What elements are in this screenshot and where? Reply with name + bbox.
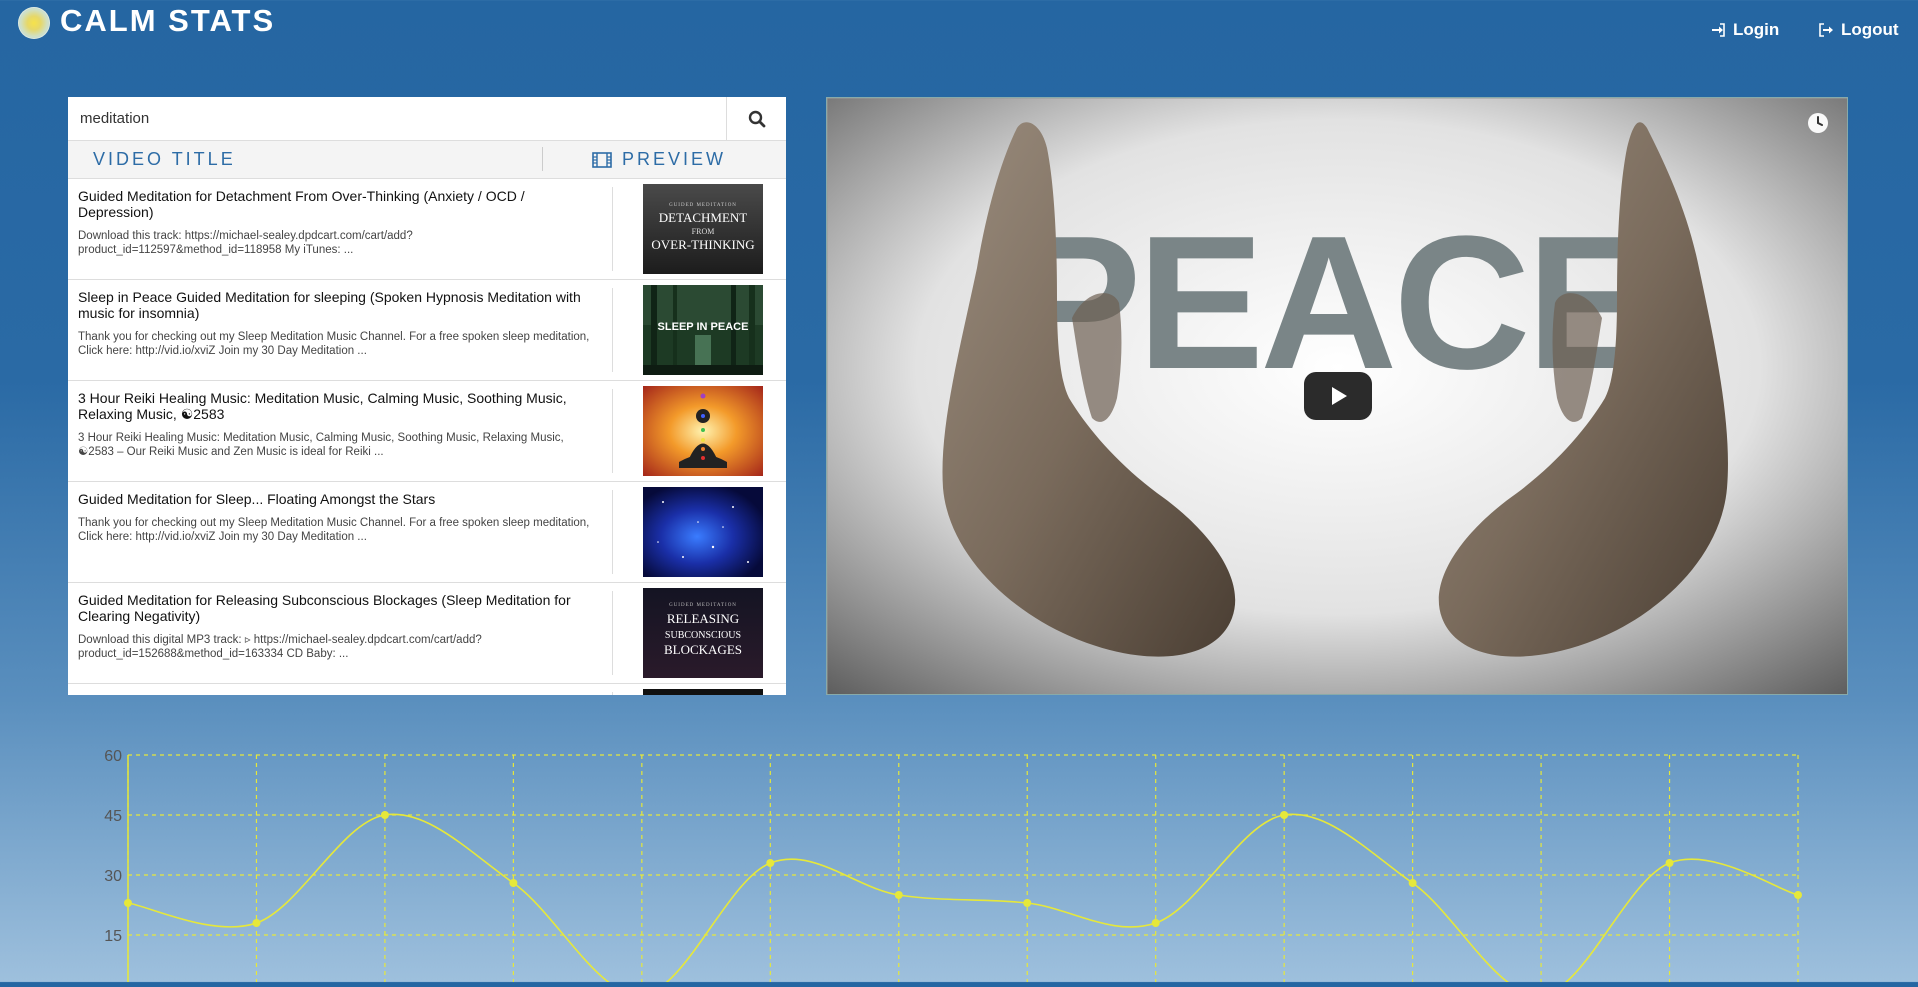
- video-title[interactable]: Guided Meditation for Releasing Subconsc…: [78, 592, 598, 624]
- logo-icon: [18, 7, 50, 39]
- thumb-caption: FROM: [692, 227, 715, 236]
- video-description: Download this track: https://michael-sea…: [78, 230, 413, 256]
- row-divider: [612, 187, 613, 271]
- search-bar: [68, 97, 786, 141]
- column-preview: PREVIEW: [592, 149, 726, 170]
- app-header: CALM STATS Login Logout: [0, 0, 1918, 60]
- row-text: Guided Meditation for Sleep... Floating …: [78, 491, 598, 544]
- video-description: 3 Hour Reiki Healing Music: Meditation M…: [78, 432, 564, 458]
- video-thumbnail[interactable]: [643, 487, 763, 577]
- data-point: [380, 811, 389, 819]
- thumb-caption: DETACHMENT: [659, 210, 748, 225]
- row-divider: [612, 490, 613, 574]
- results-list: Guided Meditation for Detachment From Ov…: [68, 179, 786, 695]
- row-text: 3 Hour Reiki Healing Music: Meditation M…: [78, 390, 598, 459]
- result-row[interactable]: 3 Hour Reiki Healing Music: Meditation M…: [68, 381, 786, 482]
- search-input[interactable]: [68, 97, 728, 140]
- thumb-caption: GUIDED MEDITATION: [669, 603, 737, 608]
- video-thumbnail[interactable]: [643, 689, 763, 695]
- row-divider: [612, 591, 613, 675]
- data-point: [1665, 859, 1674, 867]
- result-row[interactable]: [68, 684, 786, 695]
- video-description: Thank you for checking out my Sleep Medi…: [78, 517, 590, 543]
- column-divider: [542, 147, 543, 171]
- data-point: [124, 899, 132, 907]
- video-description: Thank you for checking out my Sleep Medi…: [78, 331, 590, 357]
- result-row[interactable]: Guided Meditation for Releasing Subconsc…: [68, 583, 786, 684]
- row-text: Sleep in Peace Guided Meditation for sle…: [78, 289, 598, 358]
- y-tick-label: 45: [104, 808, 122, 825]
- results-header: VIDEO TITLE PREVIEW: [68, 141, 786, 179]
- video-thumbnail[interactable]: SLEEP IN PEACE: [643, 285, 763, 375]
- data-point: [766, 859, 775, 867]
- video-thumbnail[interactable]: [643, 386, 763, 476]
- thumb-caption: RELEASING: [667, 611, 739, 626]
- logout-link[interactable]: Logout: [1818, 20, 1899, 40]
- data-point: [509, 879, 518, 887]
- logout-label: Logout: [1841, 20, 1899, 39]
- film-icon: [592, 151, 612, 168]
- data-point: [252, 919, 261, 927]
- thumb-caption: GUIDED MEDITATION: [669, 203, 737, 208]
- thumb-caption: BLOCKAGES: [664, 642, 742, 657]
- y-tick-label: 60: [104, 748, 122, 765]
- login-link[interactable]: Login: [1710, 20, 1779, 40]
- login-label: Login: [1733, 20, 1780, 39]
- video-title[interactable]: 3 Hour Reiki Healing Music: Meditation M…: [78, 390, 598, 422]
- video-title[interactable]: Guided Meditation for Detachment From Ov…: [78, 188, 598, 220]
- row-text: Guided Meditation for Detachment From Ov…: [78, 188, 598, 257]
- column-video-title: VIDEO TITLE: [93, 149, 236, 169]
- search-icon: [748, 110, 766, 127]
- video-title[interactable]: Guided Meditation for Sleep... Floating …: [78, 491, 598, 507]
- app-title: CALM STATS: [60, 3, 276, 38]
- sign-out-icon: [1819, 23, 1833, 37]
- y-tick-label: 30: [104, 868, 122, 885]
- search-button[interactable]: [726, 97, 786, 140]
- watch-later-icon[interactable]: [1807, 112, 1829, 134]
- play-button[interactable]: [1304, 372, 1372, 420]
- result-row[interactable]: Sleep in Peace Guided Meditation for sle…: [68, 280, 786, 381]
- video-thumbnail[interactable]: GUIDED MEDITATION RELEASING SUBCONSCIOUS…: [643, 588, 763, 678]
- column-preview-label: PREVIEW: [622, 149, 727, 169]
- row-divider: [612, 692, 613, 695]
- data-point: [894, 891, 903, 899]
- sign-in-icon: [1712, 23, 1725, 37]
- thumb-caption: OVER-THINKING: [651, 237, 754, 252]
- thumb-caption: SUBCONSCIOUS: [665, 630, 741, 641]
- stats-chart: 15 30 45 60: [0, 740, 1918, 987]
- row-divider: [612, 288, 613, 372]
- row-divider: [612, 389, 613, 473]
- data-point: [1794, 891, 1802, 899]
- row-text: Guided Meditation for Releasing Subconsc…: [78, 592, 598, 661]
- data-point: [1280, 811, 1289, 819]
- video-description: Download this digital MP3 track: ▹ https…: [78, 634, 482, 660]
- play-icon: [1332, 387, 1347, 405]
- series-line: [127, 813, 1799, 987]
- line-chart: 15 30 45 60: [104, 748, 1802, 987]
- video-title[interactable]: Sleep in Peace Guided Meditation for sle…: [78, 289, 598, 321]
- result-row[interactable]: Guided Meditation for Sleep... Floating …: [68, 482, 786, 583]
- y-tick-label: 15: [104, 928, 122, 945]
- data-point: [1151, 919, 1160, 927]
- data-point: [1023, 899, 1032, 907]
- search-panel: VIDEO TITLE PREVIEW Guided Meditation fo…: [68, 97, 786, 695]
- video-player[interactable]: PEACE: [826, 97, 1848, 695]
- data-point: [1408, 879, 1417, 887]
- thumb-caption: SLEEP IN PEACE: [658, 321, 749, 333]
- video-thumbnail[interactable]: GUIDED MEDITATION DETACHMENT FROM OVER-T…: [643, 184, 763, 274]
- result-row[interactable]: Guided Meditation for Detachment From Ov…: [68, 179, 786, 280]
